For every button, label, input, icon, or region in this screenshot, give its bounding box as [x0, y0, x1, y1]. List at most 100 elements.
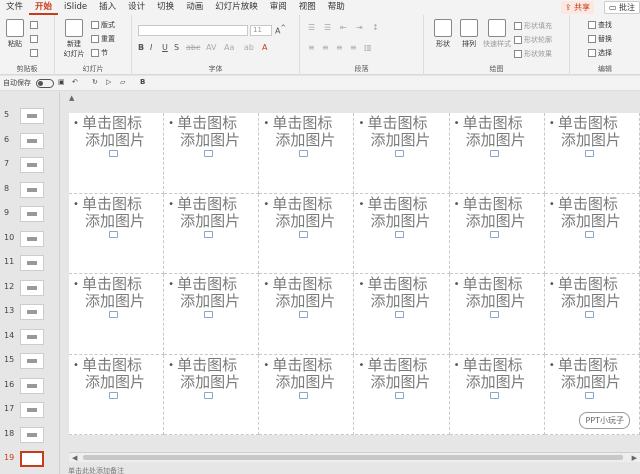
- tab-3[interactable]: 插入: [93, 0, 122, 15]
- decrease-indent-button[interactable]: ⇤: [340, 23, 347, 32]
- insert-picture-icon[interactable]: [204, 150, 214, 157]
- insert-picture-icon[interactable]: [584, 230, 594, 238]
- picture-placeholder[interactable]: • 单击图标 添加图片: [354, 193, 450, 274]
- insert-picture-icon[interactable]: [489, 230, 499, 238]
- insert-picture-icon[interactable]: [204, 311, 214, 318]
- bold-button[interactable]: B: [138, 43, 144, 52]
- slide-thumbnail-image[interactable]: [20, 132, 44, 149]
- picture-placeholder[interactable]: • 单击图标 添加图片: [449, 193, 545, 274]
- tab-5[interactable]: 切换: [151, 0, 180, 15]
- layout-button[interactable]: 版式: [91, 20, 115, 30]
- slide-thumbnail-image[interactable]: [20, 157, 44, 173]
- align-left-button[interactable]: ≡: [308, 43, 315, 52]
- line-spacing-button[interactable]: ↕: [372, 23, 379, 32]
- slide-thumbnail[interactable]: 16: [0, 376, 60, 396]
- font-family-select[interactable]: [138, 25, 248, 36]
- tab-7[interactable]: 幻灯片放映: [209, 0, 264, 15]
- horizontal-scrollbar[interactable]: ◀ ▶: [69, 452, 640, 462]
- slide-thumbnail-image[interactable]: [20, 426, 44, 443]
- picture-placeholder[interactable]: • 单击图标 添加图片: [354, 113, 450, 194]
- slide-thumbnail[interactable]: 15: [0, 351, 60, 371]
- scroll-right-icon[interactable]: ▶: [632, 453, 637, 463]
- insert-picture-icon[interactable]: [394, 311, 404, 318]
- copy-button[interactable]: [30, 35, 40, 43]
- picture-placeholder[interactable]: • 单击图标 添加图片: [259, 193, 355, 274]
- picture-placeholder[interactable]: • 单击图标 添加图片: [259, 274, 355, 355]
- slide-thumbnail-image[interactable]: [20, 451, 44, 467]
- slide-thumbnail[interactable]: 19: [0, 449, 60, 469]
- shape-outline-button[interactable]: 形状轮廓: [514, 35, 552, 45]
- slide-thumbnail-image[interactable]: [20, 279, 44, 296]
- align-center-button[interactable]: ≡: [322, 43, 329, 52]
- picture-placeholder[interactable]: • 单击图标 添加图片: [449, 354, 545, 435]
- insert-picture-icon[interactable]: [109, 230, 118, 238]
- picture-placeholder[interactable]: • 单击图标 添加图片: [449, 113, 545, 194]
- picture-placeholder[interactable]: • 单击图标 添加图片: [259, 113, 355, 194]
- picture-placeholder[interactable]: • 单击图标 添加图片: [544, 274, 640, 355]
- slide-thumbnail-image[interactable]: [20, 377, 44, 394]
- scroll-up-icon[interactable]: ▲: [69, 94, 74, 102]
- arrange-button[interactable]: 排列: [456, 19, 482, 49]
- comment-button[interactable]: ▭ 批注: [603, 1, 640, 14]
- increase-indent-button[interactable]: ⇥: [356, 23, 363, 32]
- picture-placeholder[interactable]: • 单击图标 添加图片: [449, 274, 545, 355]
- slide-thumbnail[interactable]: 17: [0, 400, 60, 420]
- slide-thumbnail[interactable]: 10: [0, 229, 60, 249]
- save-icon[interactable]: ▣: [58, 78, 65, 86]
- redo-icon[interactable]: ↻: [92, 78, 98, 86]
- insert-picture-icon[interactable]: [204, 391, 214, 399]
- slide-thumbnail[interactable]: 6: [0, 131, 60, 151]
- slide-thumbnail-image[interactable]: [20, 304, 44, 320]
- picture-placeholder[interactable]: • 单击图标 添加图片: [354, 274, 450, 355]
- format-painter-button[interactable]: [30, 49, 40, 57]
- slide-thumbnail[interactable]: 12: [0, 278, 60, 298]
- tab-1[interactable]: 开始: [29, 0, 59, 15]
- change-case-button[interactable]: Aa: [224, 43, 234, 52]
- slide-thumbnail[interactable]: 11: [0, 253, 60, 273]
- insert-picture-icon[interactable]: [394, 230, 404, 238]
- autosave-toggle[interactable]: [36, 79, 54, 88]
- slide-thumbnail-image[interactable]: [20, 353, 44, 369]
- slide-thumbnail-image[interactable]: [20, 255, 44, 271]
- picture-placeholder[interactable]: • 单击图标 添加图片: [69, 274, 165, 355]
- tab-9[interactable]: 视图: [293, 0, 322, 15]
- tab-2[interactable]: iSlide: [58, 0, 93, 15]
- replace-button[interactable]: 替换: [588, 34, 612, 44]
- tab-0[interactable]: 文件: [0, 0, 29, 15]
- slide-thumbnail[interactable]: 18: [0, 425, 60, 445]
- slide-thumbnail[interactable]: 13: [0, 302, 60, 322]
- cut-button[interactable]: [30, 21, 40, 29]
- strikethrough-button[interactable]: abc: [186, 43, 200, 52]
- insert-picture-icon[interactable]: [394, 150, 404, 157]
- slide-thumbnail-image[interactable]: [20, 108, 44, 124]
- picture-placeholder[interactable]: • 单击图标 添加图片: [69, 113, 165, 194]
- slide-thumbnail[interactable]: 14: [0, 327, 60, 347]
- picture-placeholder[interactable]: • 单击图标 添加图片: [259, 354, 355, 435]
- shape-fill-button[interactable]: 形状填充: [514, 21, 552, 31]
- picture-placeholder[interactable]: • 单击图标 添加图片: [69, 354, 165, 435]
- slide-thumbnail[interactable]: 7: [0, 155, 60, 175]
- font-color-button[interactable]: A: [262, 43, 267, 52]
- insert-picture-icon[interactable]: [584, 311, 594, 318]
- slide-thumbnail[interactable]: 8: [0, 180, 60, 200]
- picture-placeholder[interactable]: • 单击图标 添加图片: [544, 113, 640, 194]
- columns-button[interactable]: ▥: [364, 43, 372, 52]
- slide-thumbnail[interactable]: 5: [0, 106, 60, 126]
- section-button[interactable]: 节: [91, 48, 108, 58]
- insert-picture-icon[interactable]: [299, 150, 309, 157]
- bold-icon[interactable]: B: [140, 78, 145, 86]
- slide-canvas[interactable]: • 单击图标 添加图片 • 单击图标 添加图片 • 单击图标 添加图片 • 单击图标 添加图片 • 单击图…: [69, 113, 640, 435]
- bullets-button[interactable]: ☰: [308, 23, 315, 32]
- shadow-button[interactable]: S: [174, 43, 179, 52]
- reset-button[interactable]: 重置: [91, 34, 115, 44]
- picture-placeholder[interactable]: • 单击图标 添加图片: [544, 193, 640, 274]
- slide-thumbnail-image[interactable]: [20, 402, 44, 418]
- tab-6[interactable]: 动画: [180, 0, 209, 15]
- picture-placeholder[interactable]: • 单击图标 添加图片: [164, 354, 260, 435]
- share-button[interactable]: ⇪ 共享: [560, 1, 594, 14]
- shape-button[interactable]: 形状: [430, 19, 456, 49]
- find-button[interactable]: 查找: [588, 20, 612, 30]
- slide-thumbnail-image[interactable]: [20, 230, 44, 247]
- notes-placeholder[interactable]: 单击此处添加备注: [68, 466, 124, 474]
- start-slideshow-icon[interactable]: ▷: [106, 78, 111, 86]
